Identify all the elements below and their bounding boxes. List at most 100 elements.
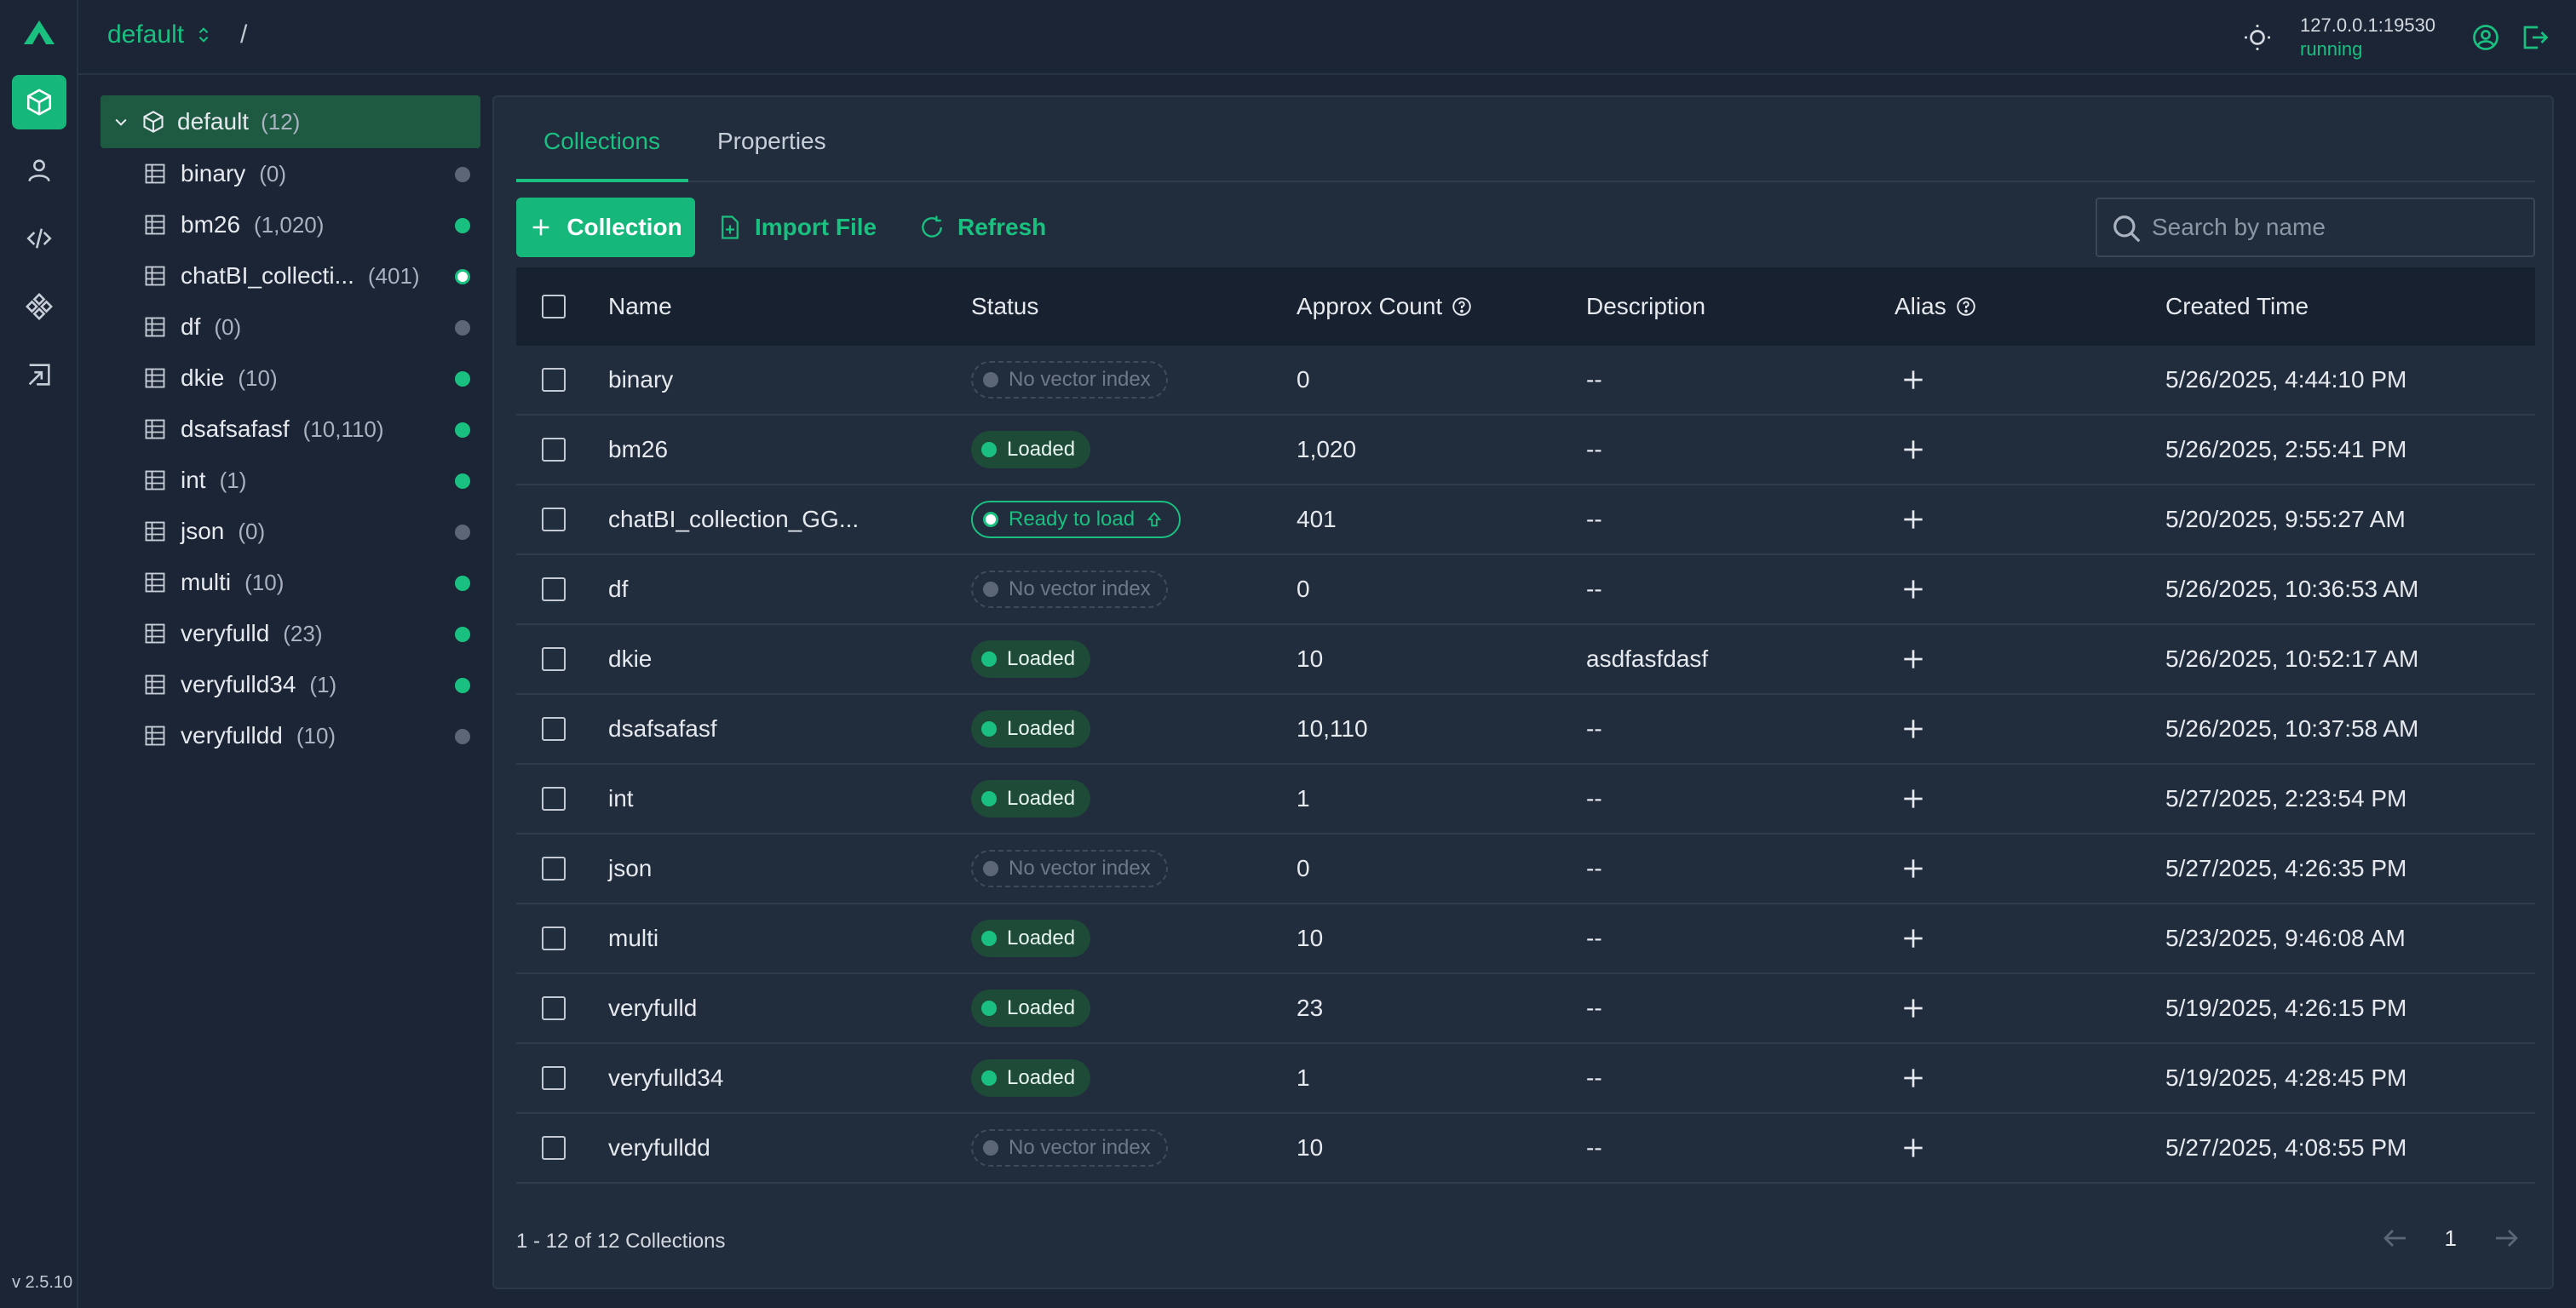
table-row[interactable]: veryfulld34 Loaded 1 -- 5/19/2025, 4:28:45 P… [516, 1044, 2535, 1114]
plus-icon[interactable] [1900, 785, 1927, 812]
tree-item-collection[interactable]: dkie (10) [101, 353, 480, 404]
tree-item-collection[interactable]: veryfulld (23) [101, 608, 480, 659]
plus-icon[interactable] [1900, 995, 1927, 1022]
arrow-right-icon[interactable] [2491, 1223, 2521, 1254]
table-row[interactable]: binary No vector index 0 -- 5/26/2025, 4:44:… [516, 346, 2535, 416]
row-checkbox[interactable] [542, 1066, 566, 1090]
tree-item-collection[interactable]: multi (10) [101, 557, 480, 608]
plus-icon[interactable] [1900, 925, 1927, 952]
row-checkbox[interactable] [542, 508, 566, 531]
select-all-checkbox[interactable] [542, 295, 566, 318]
search-input[interactable] [2152, 214, 2510, 241]
tree-item-collection[interactable]: df (0) [101, 301, 480, 353]
row-select-cell [542, 485, 566, 554]
row-checkbox[interactable] [542, 787, 566, 811]
tree-item-collection[interactable]: json (0) [101, 506, 480, 557]
create-collection-button[interactable]: Collection [516, 198, 695, 257]
row-select-cell [542, 416, 566, 484]
status-cell: No vector index [971, 1114, 1168, 1182]
collection-name[interactable]: veryfulld [608, 974, 697, 1042]
chevron-down-icon[interactable] [112, 113, 129, 130]
import-file-button[interactable]: Import File [717, 198, 877, 257]
tab-properties[interactable]: Properties [717, 128, 826, 155]
plus-icon[interactable] [1900, 1064, 1927, 1092]
row-checkbox[interactable] [542, 857, 566, 881]
tree-item-collection[interactable]: veryfulldd (10) [101, 710, 480, 761]
tree-item-collection[interactable]: dsafsafasf (10,110) [101, 404, 480, 455]
theme-toggle-icon[interactable] [2242, 22, 2273, 53]
collection-name[interactable]: dsafsafasf [608, 695, 717, 763]
table-row[interactable]: int Loaded 1 -- 5/27/2025, 2:23:54 PM [516, 765, 2535, 835]
rail-play-button[interactable] [12, 347, 66, 402]
col-alias[interactable]: Alias [1895, 267, 1977, 346]
collection-name[interactable]: bm26 [608, 416, 668, 484]
collection-name[interactable]: binary [608, 346, 673, 414]
row-checkbox[interactable] [542, 368, 566, 392]
plus-icon[interactable] [1900, 855, 1927, 882]
refresh-button[interactable]: Refresh [918, 198, 1046, 257]
plus-icon[interactable] [1900, 1134, 1927, 1162]
collection-name[interactable]: chatBI_collection_GG... [608, 485, 859, 554]
load-up-icon[interactable] [1145, 510, 1164, 529]
tree-item-collection[interactable]: binary (0) [101, 148, 480, 199]
plus-icon[interactable] [1900, 576, 1927, 603]
collection-name[interactable]: json [608, 835, 652, 903]
tree-item-collection[interactable]: int (1) [101, 455, 480, 506]
help-circle-icon[interactable] [1955, 295, 1977, 318]
tree-item-collection[interactable]: bm26 (1,020) [101, 199, 480, 250]
collection-name[interactable]: int [608, 765, 634, 833]
row-checkbox[interactable] [542, 438, 566, 462]
table-row[interactable]: multi Loaded 10 -- 5/23/2025, 9:46:08 AM [516, 904, 2535, 974]
status-badge[interactable]: Ready to load [971, 501, 1182, 538]
table-row[interactable]: json No vector index 0 -- 5/27/2025, 4:26:35… [516, 835, 2535, 904]
col-created-time[interactable]: Created Time [2165, 267, 2309, 346]
row-checkbox[interactable] [542, 717, 566, 741]
account-icon[interactable] [2470, 22, 2501, 53]
rail-system-button[interactable] [12, 279, 66, 334]
table-row[interactable]: dsafsafasf Loaded 10,110 -- 5/26/2025, 10:37… [516, 695, 2535, 765]
table-row[interactable]: chatBI_collection_GG... Ready to load 401 -… [516, 485, 2535, 555]
col-approx-count[interactable]: Approx Count [1297, 267, 1473, 346]
arrow-left-icon[interactable] [2380, 1223, 2411, 1254]
table-row[interactable]: bm26 Loaded 1,020 -- 5/26/2025, 2:55:41 PM [516, 416, 2535, 485]
tree-item-collection[interactable]: veryfulld34 (1) [101, 659, 480, 710]
table-row[interactable]: veryfulld Loaded 23 -- 5/19/2025, 4:26:15 PM [516, 974, 2535, 1044]
row-checkbox[interactable] [542, 1136, 566, 1160]
plus-icon[interactable] [1900, 366, 1927, 393]
plus-icon[interactable] [1900, 715, 1927, 743]
rail-code-button[interactable] [12, 211, 66, 266]
table-row[interactable]: df No vector index 0 -- 5/26/2025, 10:36:53 … [516, 555, 2535, 625]
database-switcher[interactable]: default [107, 20, 213, 49]
collection-name[interactable]: veryfulld34 [608, 1044, 723, 1112]
tree-item-collection[interactable]: chatBI_collecti... (401) [101, 250, 480, 301]
plus-icon[interactable] [1900, 506, 1927, 533]
page-number[interactable]: 1 [2445, 1225, 2457, 1252]
col-description[interactable]: Description [1586, 267, 1705, 346]
help-circle-icon[interactable] [1451, 295, 1473, 318]
rail-databases-button[interactable] [12, 75, 66, 129]
row-checkbox[interactable] [542, 647, 566, 671]
row-checkbox[interactable] [542, 996, 566, 1020]
collection-name[interactable]: veryfulldd [608, 1114, 710, 1182]
tree-root-database[interactable]: default (12) [101, 95, 480, 148]
search-box[interactable] [2096, 198, 2535, 257]
approx-count: 23 [1297, 995, 1324, 1021]
collection-name[interactable]: multi [608, 904, 658, 972]
logout-icon[interactable] [2520, 22, 2550, 53]
plus-icon[interactable] [1900, 436, 1927, 463]
status-label: Loaded [1007, 787, 1076, 810]
row-checkbox[interactable] [542, 577, 566, 601]
table-row[interactable]: dkie Loaded 10 asdfasfdasf 5/26/2025, 10:52:… [516, 625, 2535, 695]
milvus-logo-icon[interactable] [22, 19, 56, 49]
rail-users-button[interactable] [12, 143, 66, 198]
collection-name[interactable]: dkie [608, 625, 652, 693]
tab-collections[interactable]: Collections [543, 128, 660, 155]
tree-item-label: veryfulldd [181, 722, 283, 749]
table-row[interactable]: veryfulldd No vector index 10 -- 5/27/2025, … [516, 1114, 2535, 1184]
row-checkbox[interactable] [542, 926, 566, 950]
plus-icon[interactable] [1900, 645, 1927, 673]
row-select-cell [542, 346, 566, 414]
col-name[interactable]: Name [608, 267, 672, 346]
collection-name[interactable]: df [608, 555, 628, 623]
col-status[interactable]: Status [971, 267, 1038, 346]
